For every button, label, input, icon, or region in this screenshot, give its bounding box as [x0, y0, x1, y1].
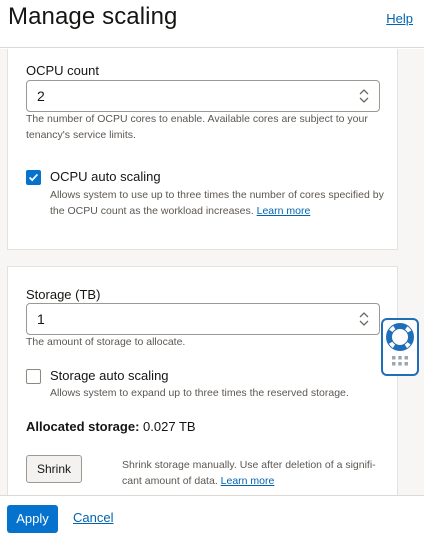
ocpu-section: OCPU count 2 The number of OCPU cores to… — [7, 49, 398, 250]
storage-help: The amount of storage to allocate. — [26, 336, 186, 348]
storage-input[interactable]: 1 — [26, 303, 380, 335]
storage-auto-scaling-checkbox[interactable] — [26, 369, 41, 384]
scroll-area[interactable]: OCPU count 2 The number of OCPU cores to… — [0, 49, 424, 495]
allocated-storage-label: Allocated storage: — [26, 419, 140, 434]
allocated-storage-value: 0.027 TB — [143, 419, 196, 434]
apps-grid-icon — [392, 356, 408, 366]
stepper-icon[interactable] — [359, 312, 369, 326]
storage-label: Storage (TB) — [26, 287, 101, 302]
help-link[interactable]: Help — [386, 11, 413, 26]
storage-auto-scaling-label: Storage auto scaling — [50, 368, 169, 383]
ocpu-auto-scaling-label: OCPU auto scaling — [50, 169, 161, 184]
shrink-desc: Shrink storage manually. Use after delet… — [122, 457, 382, 489]
ocpu-auto-scaling-desc-text: Allows system to use up to three times t… — [50, 189, 384, 217]
scrollbar[interactable] — [412, 49, 424, 495]
dialog-header: Manage scaling Help — [0, 0, 424, 48]
shrink-learn-more-link[interactable]: Learn more — [221, 475, 275, 487]
page-title: Manage scaling — [8, 3, 178, 30]
allocated-storage: Allocated storage: 0.027 TB — [26, 419, 196, 434]
apply-button[interactable]: Apply — [7, 505, 58, 533]
ocpu-learn-more-link[interactable]: Learn more — [257, 205, 311, 217]
cancel-link[interactable]: Cancel — [73, 510, 113, 525]
ocpu-count-value: 2 — [37, 88, 45, 104]
shrink-button[interactable]: Shrink — [26, 455, 82, 483]
dialog-footer: Apply Cancel — [0, 495, 424, 539]
checkmark-icon — [28, 173, 39, 182]
ocpu-count-label: OCPU count — [26, 63, 99, 78]
ocpu-auto-scaling-checkbox[interactable] — [26, 170, 41, 185]
ocpu-count-input[interactable]: 2 — [26, 80, 380, 112]
ocpu-count-help: The number of OCPU cores to enable. Avai… — [26, 113, 368, 141]
stepper-icon[interactable] — [359, 89, 369, 103]
ocpu-auto-scaling-desc: Allows system to use up to three times t… — [50, 187, 395, 219]
storage-value: 1 — [37, 311, 45, 327]
lifebuoy-icon — [386, 323, 414, 366]
storage-section: Storage (TB) 1 The amount of storage to … — [7, 266, 398, 495]
storage-auto-scaling-desc: Allows system to expand up to three time… — [50, 387, 349, 399]
support-widget[interactable] — [381, 318, 419, 376]
